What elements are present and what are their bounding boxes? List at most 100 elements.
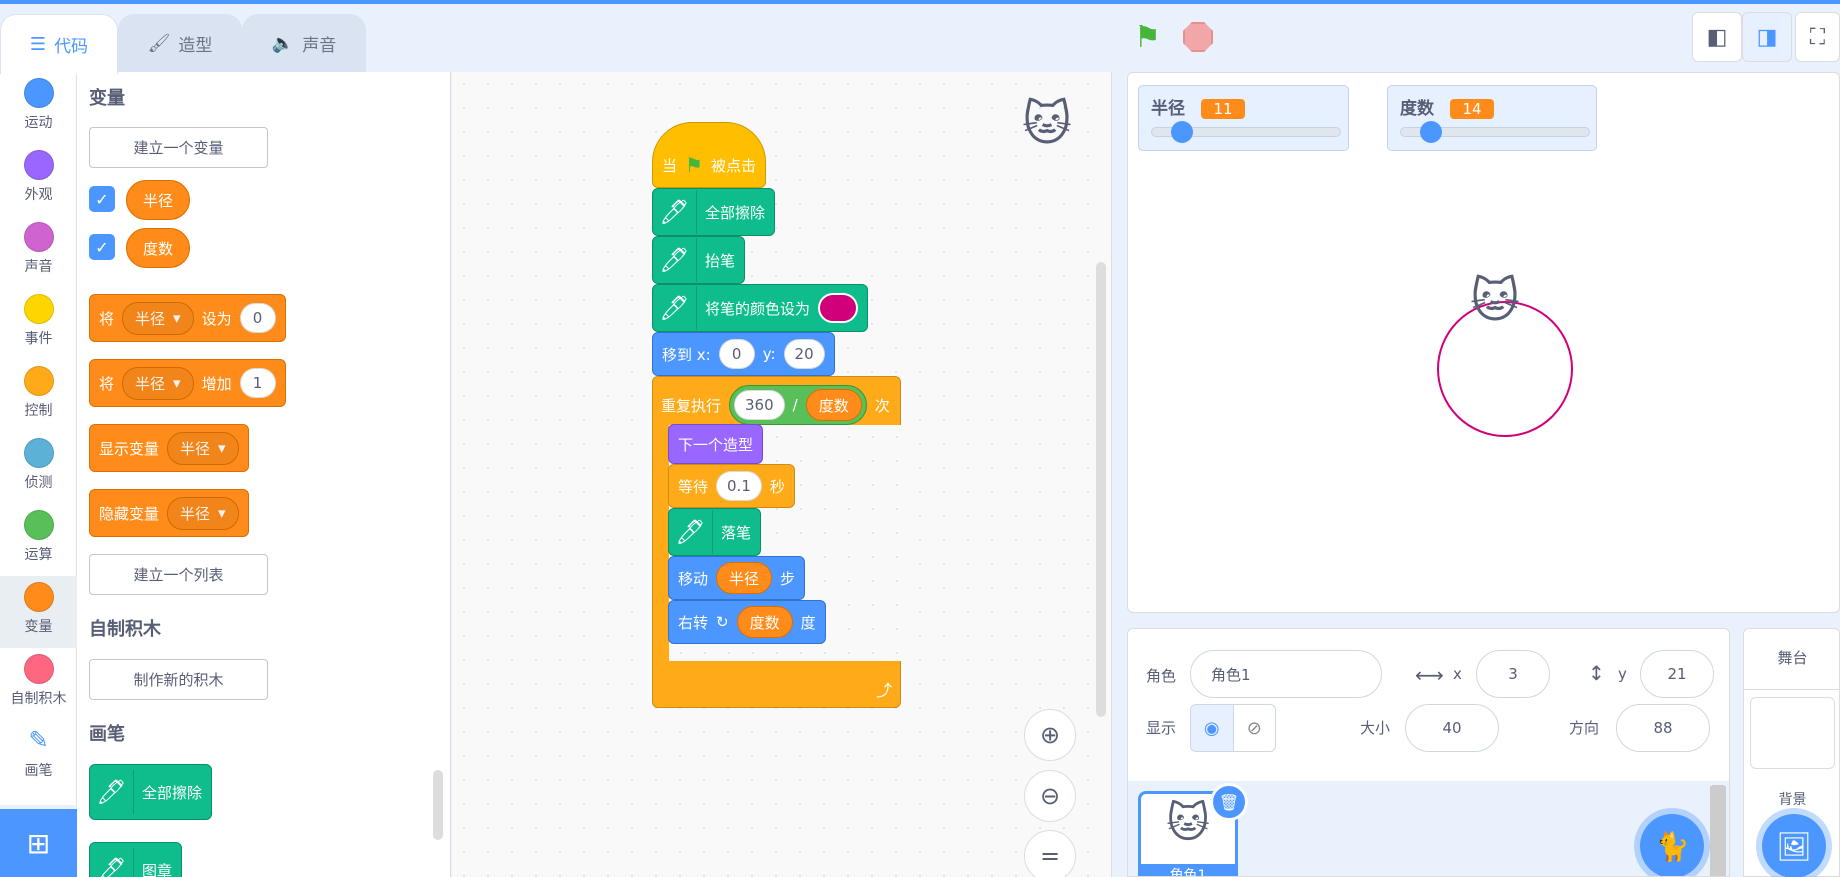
stage-thumbnail[interactable] — [1750, 697, 1835, 769]
tab-costumes[interactable]: 🖌 造型 — [118, 14, 242, 72]
category-sound[interactable]: 声音 — [0, 216, 77, 288]
slider-knob[interactable] — [1419, 121, 1442, 143]
number-input[interactable]: 360 — [734, 390, 785, 420]
green-flag-button[interactable]: ⚑ — [1134, 20, 1161, 55]
slider-knob[interactable] — [1170, 121, 1193, 143]
operators-dot-icon — [23, 510, 54, 540]
palette-scrollbar[interactable] — [433, 770, 443, 840]
zoom-out-button[interactable]: ⊖ — [1024, 770, 1076, 822]
reporter-radius[interactable]: 半径 — [126, 180, 191, 220]
make-list-button[interactable]: 建立一个列表 — [89, 554, 268, 595]
block-text: y: — [762, 345, 776, 363]
reporter-degrees[interactable]: 度数 — [805, 389, 862, 421]
stage[interactable]: 半径 11 度数 14 🐱 — [1127, 72, 1840, 613]
category-pen[interactable]: ✎ 画笔 — [0, 720, 77, 792]
small-stage-icon: ◧ — [1706, 24, 1728, 50]
cat-sprite-icon[interactable]: 🐱 — [1470, 273, 1520, 329]
variable-dropdown[interactable]: 半径 ▾ — [167, 431, 239, 465]
category-control[interactable]: 控制 — [0, 360, 77, 432]
pen-clear-block[interactable]: 🖊 全部擦除 — [89, 764, 213, 820]
pen-up-block[interactable]: 🖊 抬笔 — [652, 236, 746, 284]
set-pen-color-block[interactable]: 🖊 将笔的颜色设为 — [652, 284, 869, 332]
repeat-header: 重复执行 360 / 度数 次 — [661, 385, 890, 425]
seconds-input[interactable]: 0.1 — [716, 471, 762, 501]
stop-button[interactable] — [1183, 22, 1213, 52]
next-costume-block[interactable]: 下一个造型 — [668, 424, 764, 464]
pen-icon: 🖊 — [653, 238, 697, 282]
zoom-in-button[interactable]: ⊕ — [1024, 709, 1076, 761]
checkbox-var-degrees[interactable]: ✓ — [89, 234, 115, 260]
size-input[interactable]: 40 — [1405, 704, 1499, 752]
block-text: 落笔 — [721, 523, 752, 542]
monitor-slider[interactable] — [1151, 121, 1341, 143]
sprite-list-scrollbar[interactable] — [1710, 785, 1726, 876]
delete-sprite-button[interactable]: 🗑 — [1210, 783, 1248, 821]
block-text: 显示变量 — [99, 439, 160, 458]
go-to-xy-block[interactable]: 移到 x: 0 y: 20 — [652, 332, 835, 376]
pen-icon: 🖊 — [653, 286, 697, 330]
tab-sounds[interactable]: 🔈 声音 — [242, 14, 366, 72]
code-workspace[interactable]: 🐱 当 ⚑ 被点击 🖊 全部擦除 🖊 抬笔 🖊 将笔的颜色设为 移到 x: 0 … — [452, 72, 1112, 877]
set-variable-block[interactable]: 将 半径 ▾ 设为 0 — [89, 294, 286, 342]
x-input[interactable]: 0 — [718, 339, 755, 369]
category-myblocks[interactable]: 自制积木 — [0, 648, 77, 720]
variable-dropdown[interactable]: 半径 ▾ — [122, 301, 194, 335]
when-flag-clicked-hat[interactable]: 当 ⚑ 被点击 — [652, 122, 766, 188]
monitor-label: 度数 — [1400, 99, 1434, 119]
tab-code[interactable]: ☰ 代码 — [0, 14, 118, 74]
choose-sprite-button[interactable]: 🐈 — [1640, 814, 1704, 876]
choose-backdrop-button[interactable]: 🖼 — [1762, 814, 1826, 877]
move-steps-block[interactable]: 移动 半径 步 — [668, 556, 806, 600]
divide-operator[interactable]: 360 / 度数 — [729, 385, 867, 425]
category-operators[interactable]: 运算 — [0, 504, 77, 576]
fullscreen-button[interactable]: ⛶ — [1795, 12, 1840, 62]
y-input[interactable]: 20 — [783, 339, 825, 369]
show-variable-block[interactable]: 显示变量 半径 ▾ — [89, 424, 249, 472]
turn-right-block[interactable]: 右转 ↻ 度数 度 — [668, 600, 826, 644]
pen-clear-block[interactable]: 🖊 全部擦除 — [652, 188, 776, 236]
monitor-slider[interactable] — [1400, 121, 1590, 143]
variable-dropdown[interactable]: 半径 ▾ — [122, 366, 194, 400]
y-input[interactable]: 21 — [1640, 650, 1714, 698]
hide-sprite-button[interactable]: ⊘ — [1232, 705, 1276, 751]
stage-target-pane[interactable]: 舞台 背景 🖼 — [1743, 628, 1840, 877]
block-text: 全部擦除 — [705, 203, 766, 222]
pen-down-block[interactable]: 🖊 落笔 — [668, 508, 762, 556]
category-looks[interactable]: 外观 — [0, 144, 77, 216]
show-sprite-button[interactable]: ◉ — [1191, 705, 1233, 751]
workspace-scrollbar[interactable] — [1096, 262, 1106, 717]
value-input[interactable]: 0 — [239, 303, 276, 333]
category-label: 侦测 — [24, 475, 53, 491]
make-variable-button[interactable]: 建立一个变量 — [89, 127, 268, 168]
category-label: 外观 — [24, 187, 53, 203]
variable-dropdown[interactable]: 半径 ▾ — [167, 496, 239, 530]
reporter-degrees[interactable]: 度数 — [736, 606, 793, 638]
checkbox-var-radius[interactable]: ✓ — [89, 186, 115, 212]
block-text: 抬笔 — [705, 251, 736, 270]
change-variable-block[interactable]: 将 半径 ▾ 增加 1 — [89, 359, 286, 407]
category-variables[interactable]: 变量 — [0, 576, 77, 648]
hide-variable-block[interactable]: 隐藏变量 半径 ▾ — [89, 489, 249, 537]
tab-costumes-label: 造型 — [178, 36, 213, 56]
category-motion[interactable]: 运动 — [0, 72, 77, 144]
value-input[interactable]: 1 — [239, 368, 276, 398]
pen-color-swatch[interactable] — [818, 293, 859, 323]
x-input[interactable]: 3 — [1476, 650, 1550, 698]
pen-icon: 🖊 — [669, 510, 713, 554]
add-extension-button[interactable]: ⊞ — [0, 809, 77, 877]
direction-input[interactable]: 88 — [1616, 704, 1710, 752]
category-events[interactable]: 事件 — [0, 288, 77, 360]
direction-label: 方向 — [1569, 719, 1600, 737]
reporter-degrees[interactable]: 度数 — [126, 228, 191, 268]
block-text: 步 — [780, 569, 796, 588]
wait-block[interactable]: 等待 0.1 秒 — [668, 464, 795, 508]
small-stage-button[interactable]: ◧ — [1692, 12, 1742, 62]
reset-zoom-button[interactable]: = — [1024, 830, 1076, 877]
sprite-name-input[interactable]: 角色1 — [1190, 650, 1382, 698]
make-block-button[interactable]: 制作新的积木 — [89, 659, 268, 700]
green-flag-icon: ⚑ — [685, 153, 703, 177]
reporter-radius[interactable]: 半径 — [716, 562, 773, 594]
pen-stamp-block[interactable]: 🖊 图章 — [89, 842, 183, 877]
normal-stage-button[interactable]: ◨ — [1742, 12, 1792, 62]
category-sensing[interactable]: 侦测 — [0, 432, 77, 504]
